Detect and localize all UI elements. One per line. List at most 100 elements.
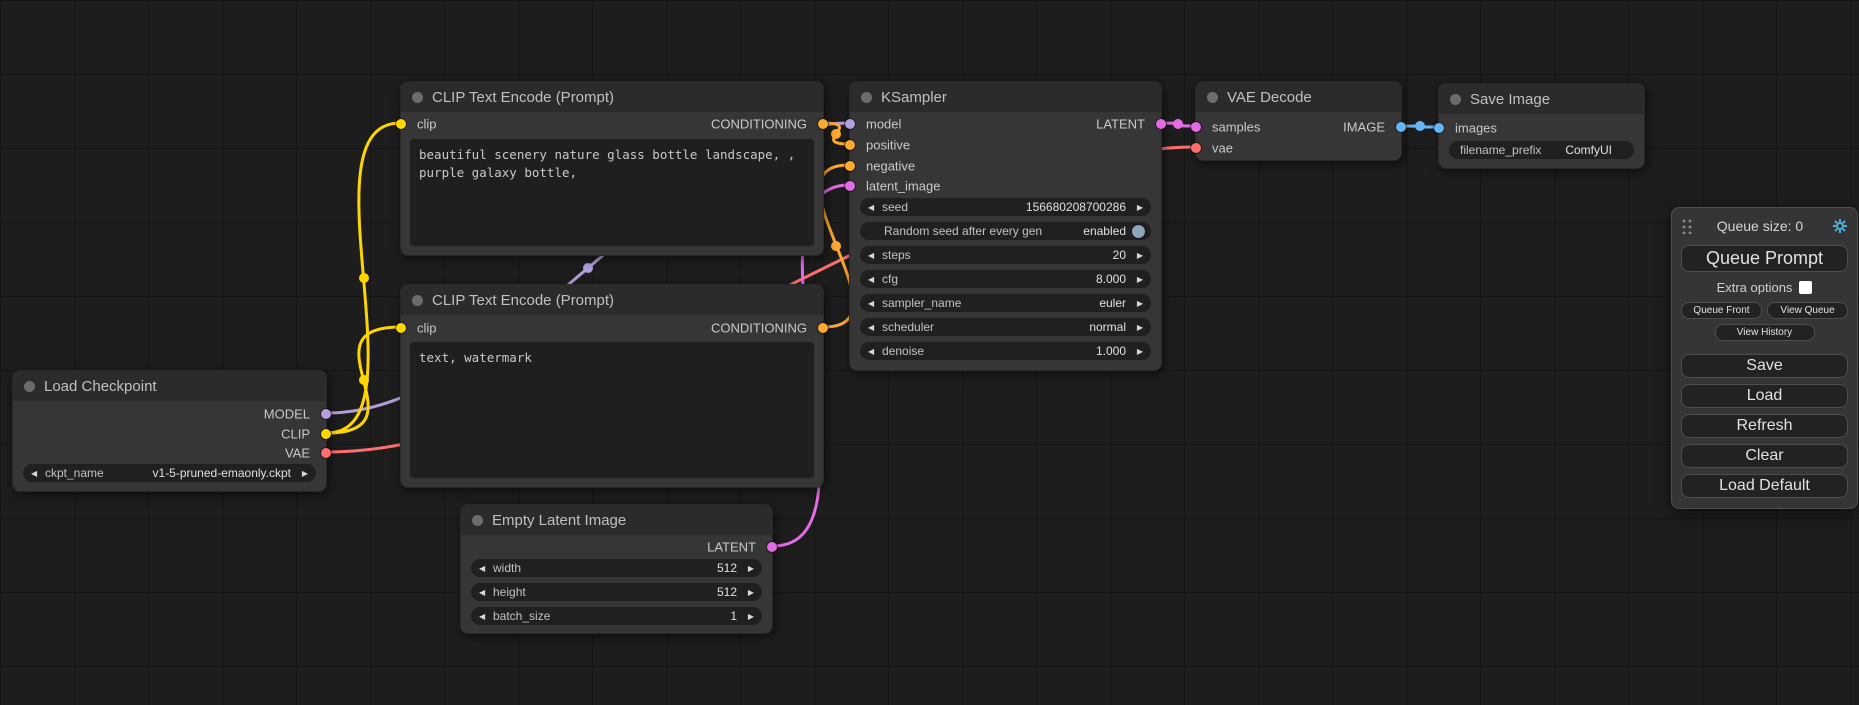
arrow-left-icon[interactable]: ◀ [868,299,879,308]
queue-small-buttons-row: Queue Front View Queue [1681,302,1848,319]
link-dot [831,129,841,139]
arrow-left-icon[interactable]: ◀ [868,323,879,332]
queue-front-button[interactable]: Queue Front [1681,302,1762,319]
node-title-bar[interactable]: Save Image [1439,84,1644,114]
input-label-vae: vae [1212,141,1233,156]
node-save-image[interactable]: Save Image images filename_prefix ComfyU… [1438,83,1645,169]
node-title-bar[interactable]: Load Checkpoint [13,371,326,401]
output-port-conditioning[interactable] [818,323,828,333]
widget-sampler-name[interactable]: ◀ sampler_name euler ▶ [860,294,1151,312]
node-clip-text-encode-negative[interactable]: CLIP Text Encode (Prompt) clip CONDITION… [400,284,824,488]
input-port-positive[interactable] [845,140,855,150]
node-vae-decode[interactable]: VAE Decode samples IMAGE vae [1195,81,1402,161]
load-default-button[interactable]: Load Default [1681,474,1848,498]
arrow-left-icon[interactable]: ◀ [868,251,879,260]
arrow-right-icon[interactable]: ▶ [297,469,308,478]
widget-random-seed-toggle[interactable]: Random seed after every gen enabled [860,222,1151,240]
port-row: vae [1196,138,1401,158]
collapse-dot-icon[interactable] [1450,94,1461,105]
collapse-dot-icon[interactable] [412,295,423,306]
widget-value: normal [1089,320,1126,334]
widget-cfg[interactable]: ◀ cfg 8.000 ▶ [860,270,1151,288]
collapse-dot-icon[interactable] [472,515,483,526]
arrow-right-icon[interactable]: ▶ [743,564,754,573]
arrow-left-icon[interactable]: ◀ [868,347,879,356]
arrow-right-icon[interactable]: ▶ [743,612,754,621]
input-label-positive: positive [866,138,910,153]
arrow-left-icon[interactable]: ◀ [868,203,879,212]
node-title: CLIP Text Encode (Prompt) [432,292,614,309]
prompt-textarea[interactable]: text, watermark [410,342,814,478]
output-port-model[interactable] [321,409,331,419]
output-label-conditioning: CONDITIONING [711,321,807,336]
collapse-dot-icon[interactable] [1207,92,1218,103]
widget-ckpt-name[interactable]: ◀ ckpt_name v1-5-pruned-emaonly.ckpt ▶ [23,464,316,482]
output-port-vae[interactable] [321,448,331,458]
queue-panel[interactable]: Queue size: 0 Queue Prompt Extra options… [1671,207,1858,509]
arrow-right-icon[interactable]: ▶ [1132,299,1143,308]
input-port-latent-image[interactable] [845,181,855,191]
arrow-left-icon[interactable]: ◀ [868,275,879,284]
widget-width[interactable]: ◀ width 512 ▶ [471,559,762,577]
widget-steps[interactable]: ◀ steps 20 ▶ [860,246,1151,264]
node-title-bar[interactable]: CLIP Text Encode (Prompt) [401,285,823,315]
widget-batch-size[interactable]: ◀ batch_size 1 ▶ [471,607,762,625]
arrow-left-icon[interactable]: ◀ [479,588,490,597]
arrow-right-icon[interactable]: ▶ [1132,203,1143,212]
node-title-bar[interactable]: KSampler [850,82,1161,112]
extra-options-label: Extra options [1717,280,1793,295]
input-port-model[interactable] [845,119,855,129]
input-port-clip[interactable] [396,323,406,333]
collapse-dot-icon[interactable] [861,92,872,103]
node-clip-text-encode-positive[interactable]: CLIP Text Encode (Prompt) clip CONDITION… [400,81,824,256]
settings-gear-icon[interactable] [1832,218,1848,234]
output-port-clip[interactable] [321,429,331,439]
node-ksampler[interactable]: KSampler model LATENT positive negative … [849,81,1162,371]
arrow-right-icon[interactable]: ▶ [1132,347,1143,356]
arrow-left-icon[interactable]: ◀ [479,612,490,621]
widget-scheduler[interactable]: ◀ scheduler normal ▶ [860,318,1151,336]
input-port-negative[interactable] [845,161,855,171]
input-port-samples[interactable] [1191,122,1201,132]
arrow-left-icon[interactable]: ◀ [479,564,490,573]
widget-seed[interactable]: ◀ seed 156680208700286 ▶ [860,198,1151,216]
arrow-right-icon[interactable]: ▶ [1132,323,1143,332]
widget-height[interactable]: ◀ height 512 ▶ [471,583,762,601]
node-load-checkpoint[interactable]: Load Checkpoint MODEL CLIP VAE ◀ ckpt_na… [12,370,327,492]
node-title-bar[interactable]: CLIP Text Encode (Prompt) [401,82,823,112]
output-port-conditioning[interactable] [818,119,828,129]
node-title: Empty Latent Image [492,512,626,529]
prompt-textarea[interactable]: beautiful scenery nature glass bottle la… [410,139,814,246]
widget-denoise[interactable]: ◀ denoise 1.000 ▶ [860,342,1151,360]
save-button[interactable]: Save [1681,354,1848,378]
widget-label: seed [882,200,908,214]
node-title-bar[interactable]: VAE Decode [1196,82,1401,112]
drag-handle-icon[interactable] [1681,218,1692,234]
link-dot [831,241,841,251]
output-port-latent[interactable] [767,542,777,552]
node-title-bar[interactable]: Empty Latent Image [461,505,772,535]
extra-options-checkbox[interactable] [1799,281,1812,294]
collapse-dot-icon[interactable] [412,92,423,103]
load-button[interactable]: Load [1681,384,1848,408]
widget-value: 20 [1113,248,1126,262]
arrow-right-icon[interactable]: ▶ [1132,251,1143,260]
arrow-right-icon[interactable]: ▶ [743,588,754,597]
input-port-vae[interactable] [1191,143,1201,153]
refresh-button[interactable]: Refresh [1681,414,1848,438]
collapse-dot-icon[interactable] [24,381,35,392]
node-empty-latent-image[interactable]: Empty Latent Image LATENT ◀ width 512 ▶ … [460,504,773,634]
clear-button[interactable]: Clear [1681,444,1848,468]
output-port-latent[interactable] [1156,119,1166,129]
view-queue-button[interactable]: View Queue [1767,302,1848,319]
toggle-knob-icon[interactable] [1132,225,1145,238]
input-label-images: images [1455,121,1497,136]
output-port-image[interactable] [1396,122,1406,132]
arrow-right-icon[interactable]: ▶ [1132,275,1143,284]
widget-filename-prefix[interactable]: filename_prefix ComfyUI [1449,141,1634,159]
arrow-left-icon[interactable]: ◀ [31,469,42,478]
queue-prompt-button[interactable]: Queue Prompt [1681,245,1848,272]
input-port-clip[interactable] [396,119,406,129]
view-history-button[interactable]: View History [1715,324,1815,341]
input-port-images[interactable] [1434,123,1444,133]
